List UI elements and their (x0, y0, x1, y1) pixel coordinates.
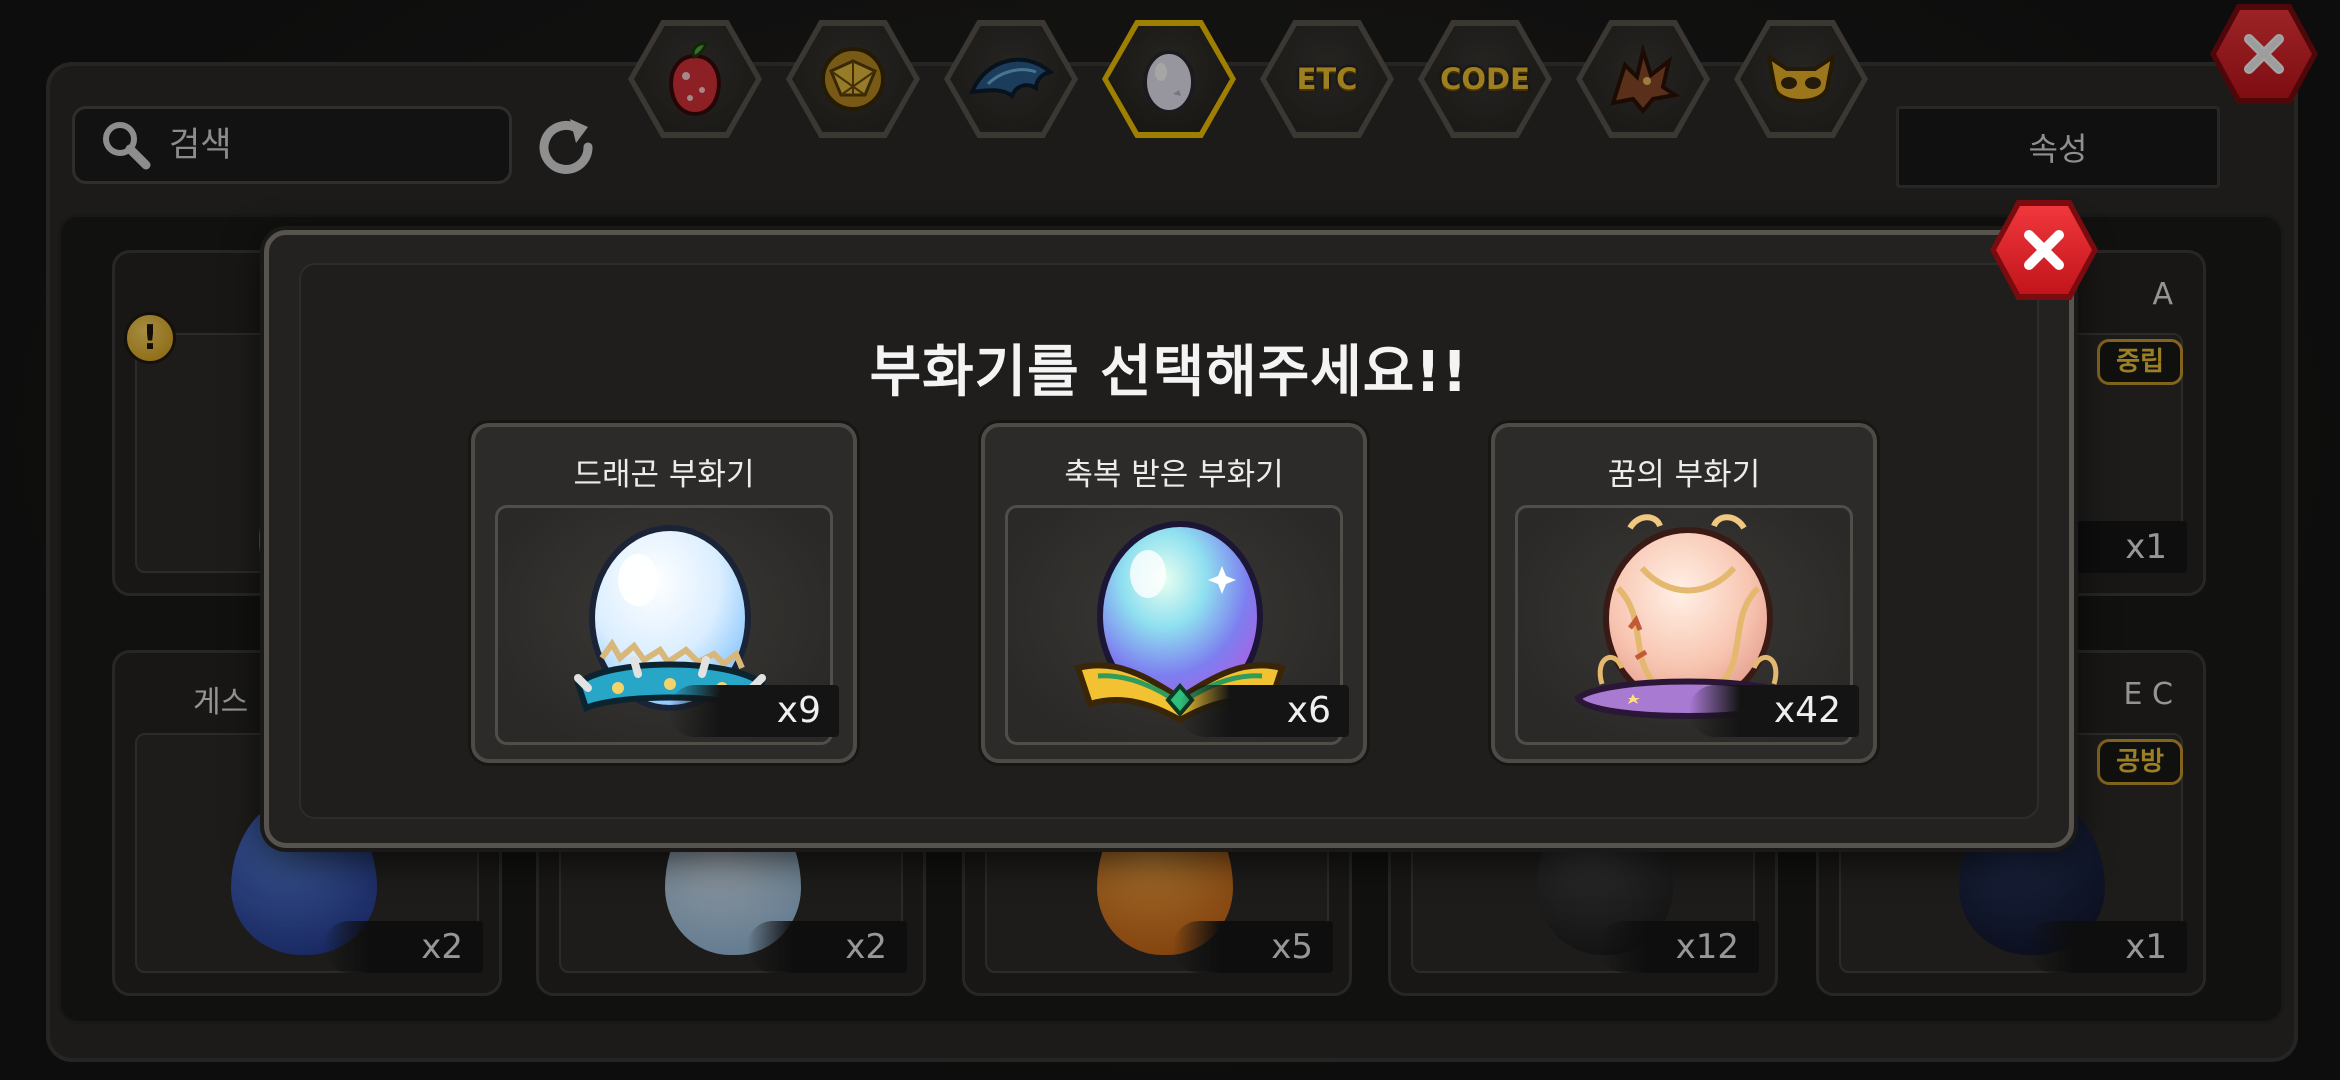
incubator-option-dream[interactable]: 꿈의 부화기 x42 (1491, 423, 1877, 763)
incubator-option-dragon[interactable]: 드래곤 부화기 x9 (471, 423, 857, 763)
incubator-name: 축복 받은 부화기 (1064, 457, 1284, 493)
incubator-name: 드래곤 부화기 (573, 457, 755, 493)
incubator-name: 꿈의 부화기 (1607, 457, 1761, 493)
dialog-title: 부화기를 선택해주세요!! (869, 340, 1469, 405)
close-icon (2024, 230, 2064, 270)
incubator-count: x42 (1689, 685, 1859, 737)
incubator-count: x9 (669, 685, 839, 737)
incubator-count: x6 (1179, 685, 1349, 737)
incubator-option-blessed[interactable]: 축복 받은 부화기 x6 (981, 423, 1367, 763)
incubator-select-dialog: 부화기를 선택해주세요!! 드래곤 부화기 x9 축복 받은 부화기 x6 꿈의… (264, 230, 2074, 848)
